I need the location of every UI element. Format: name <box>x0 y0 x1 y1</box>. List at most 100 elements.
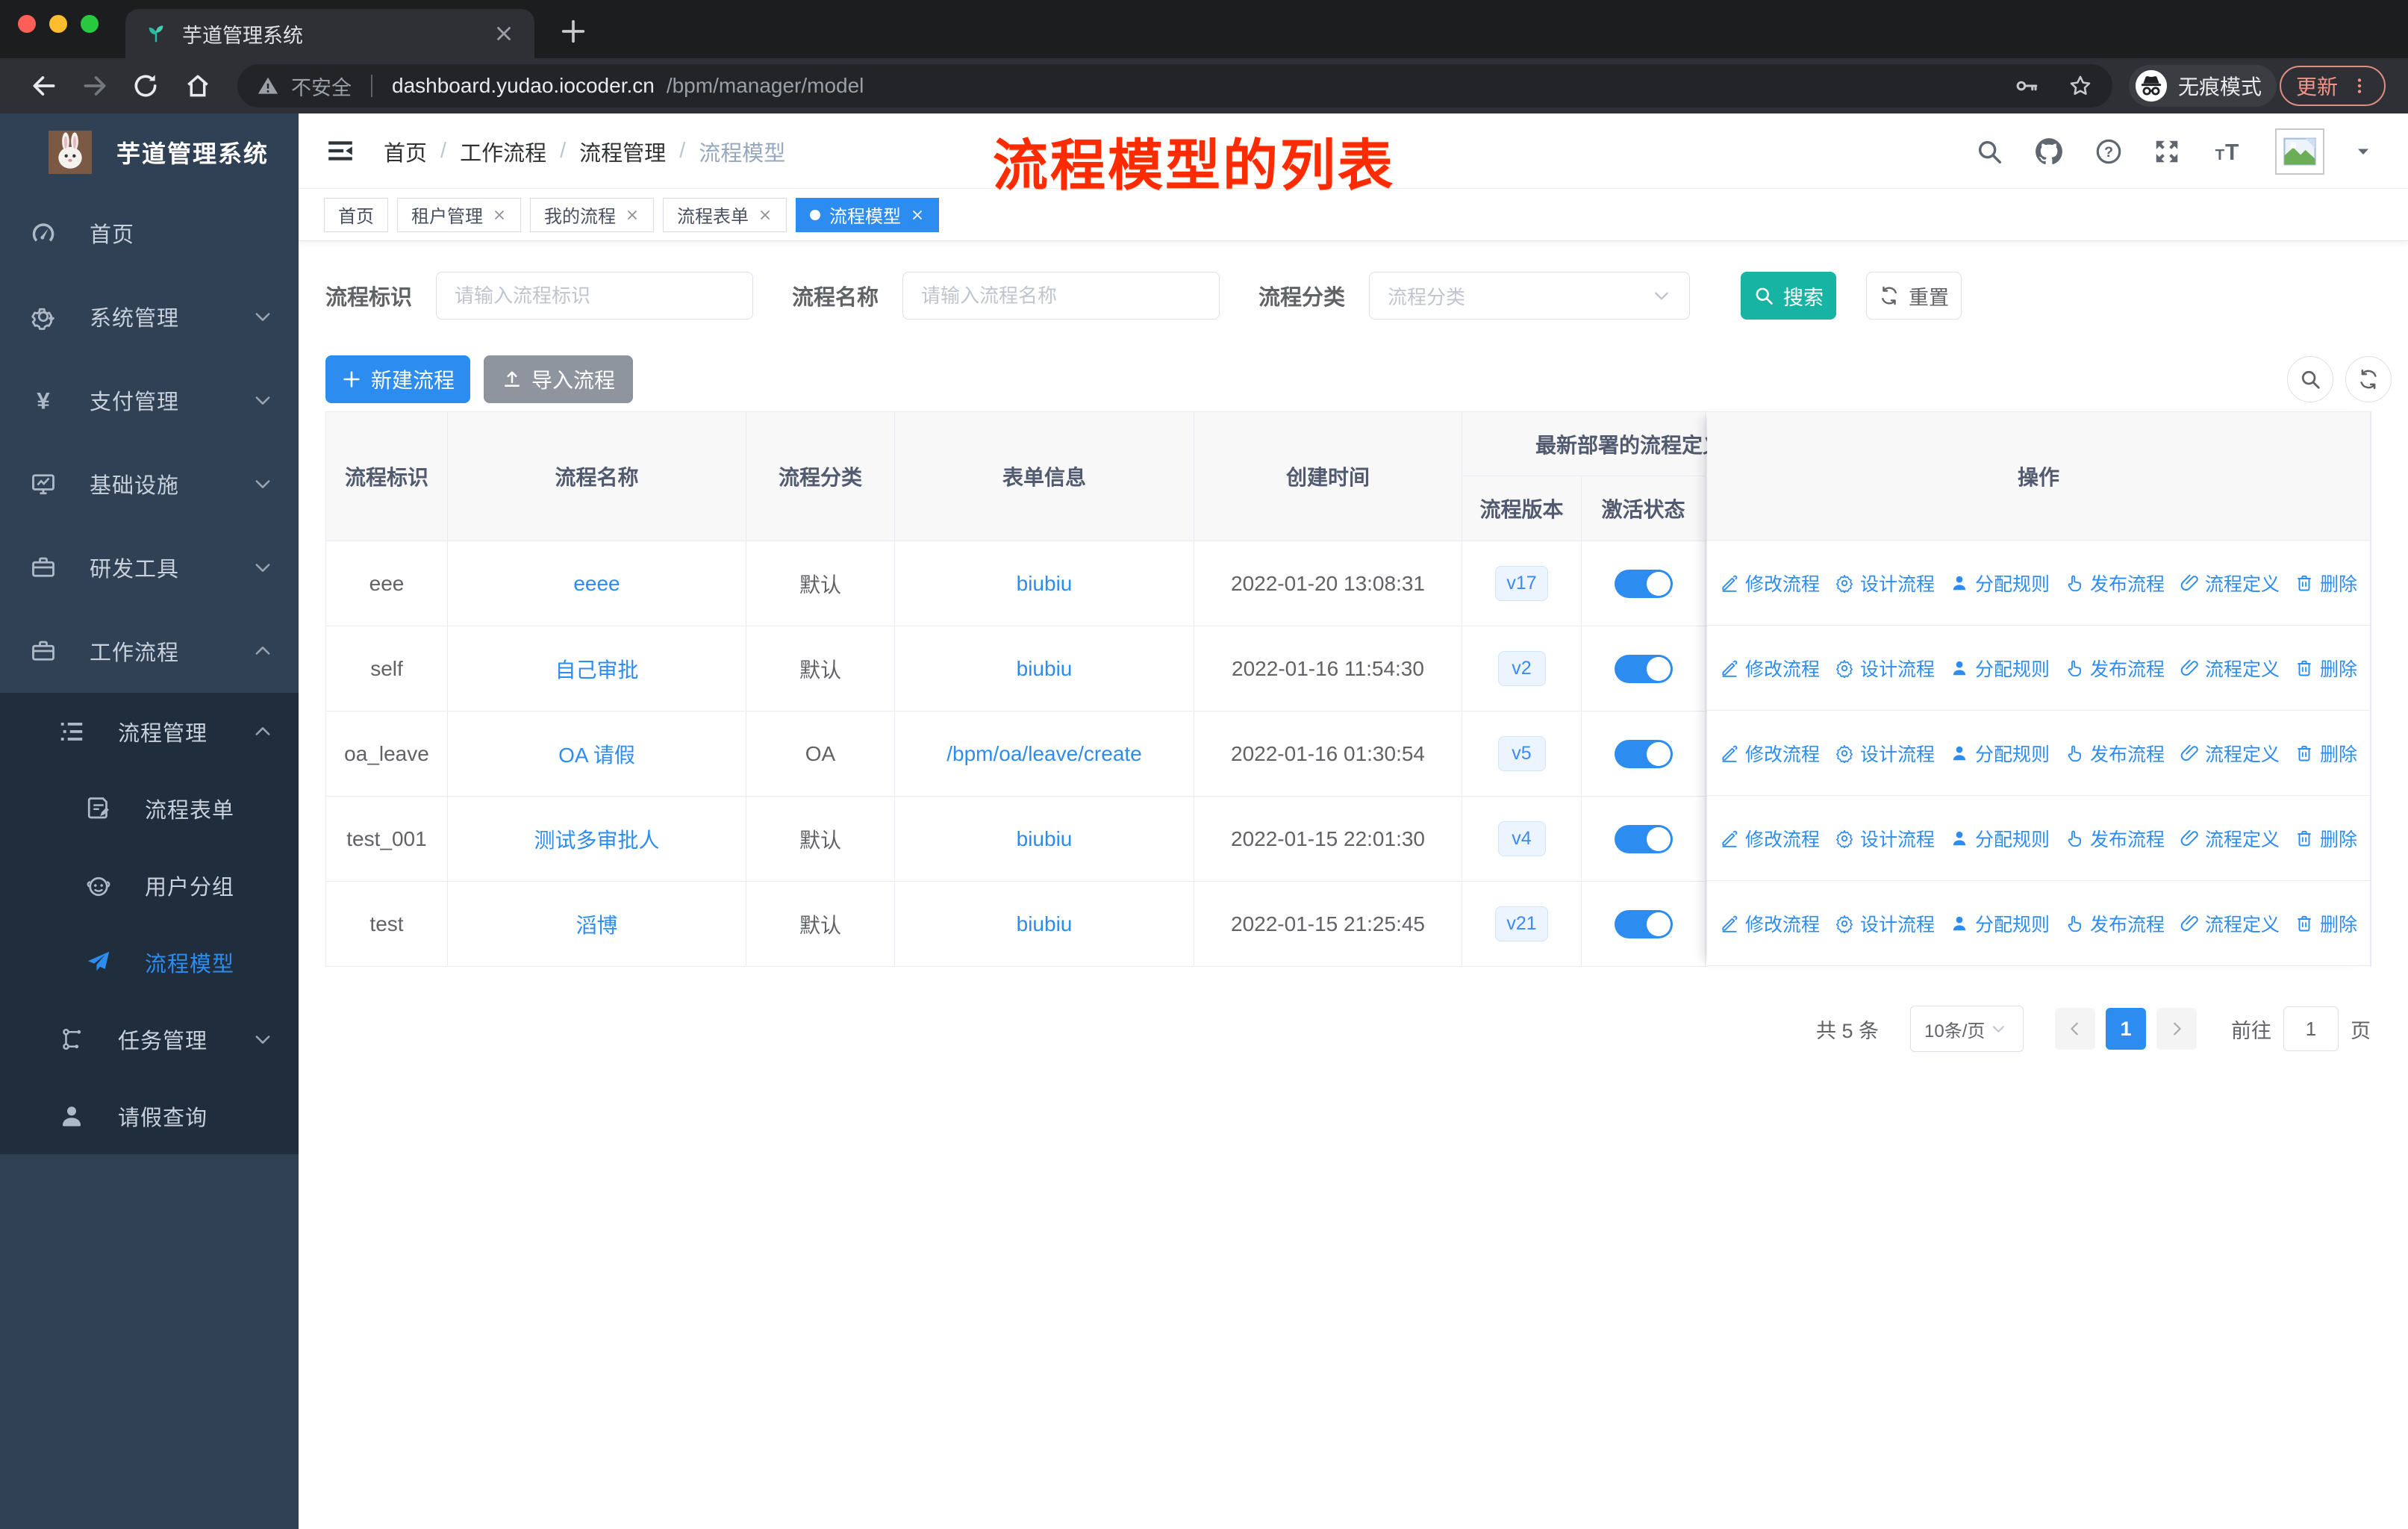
update-label[interactable]: 更新 <box>2296 71 2338 101</box>
process-name-link[interactable]: 滔博 <box>576 914 617 937</box>
sidebar-collapse-icon[interactable] <box>324 136 357 166</box>
action-edit[interactable]: 修改流程 <box>1720 825 1820 852</box>
search-icon[interactable] <box>1975 137 2003 166</box>
process-name-link[interactable]: OA 请假 <box>558 744 635 767</box>
kebab-menu-icon[interactable] <box>2350 76 2369 96</box>
active-toggle[interactable] <box>1614 909 1673 938</box>
action-edit[interactable]: 修改流程 <box>1720 570 1820 597</box>
action-publish[interactable]: 发布流程 <box>2065 825 2165 852</box>
address-bar[interactable]: 不安全 dashboard.yudao.iocoder.cn/bpm/manag… <box>237 64 2112 108</box>
sidebar-item-user-group[interactable]: 用户分组 <box>0 847 299 924</box>
close-icon[interactable] <box>625 208 640 222</box>
sidebar-item-workflow[interactable]: 工作流程 <box>0 609 299 693</box>
active-toggle[interactable] <box>1614 824 1673 853</box>
close-icon[interactable] <box>758 208 773 222</box>
search-button[interactable]: 搜索 <box>1741 272 1837 320</box>
action-definition[interactable]: 流程定义 <box>2180 740 2280 767</box>
tag-process-form[interactable]: 流程表单 <box>663 197 787 232</box>
sidebar-item-leave-query[interactable]: 请假查询 <box>0 1077 299 1154</box>
action-design[interactable]: 设计流程 <box>1835 825 1935 852</box>
tab-close-icon[interactable] <box>493 22 515 45</box>
bookmark-star-icon[interactable] <box>2068 73 2093 99</box>
action-assign[interactable]: 分配规则 <box>1950 910 2050 937</box>
browser-update-button[interactable]: 更新 <box>2279 66 2386 106</box>
form-info-link[interactable]: biubiu <box>1017 572 1073 595</box>
sidebar-item-devtools[interactable]: 研发工具 <box>0 526 299 609</box>
goto-page-input[interactable] <box>2283 1006 2339 1051</box>
action-edit[interactable]: 修改流程 <box>1720 910 1820 937</box>
filter-name-input[interactable] <box>902 272 1220 320</box>
sidebar-item-infra[interactable]: 基础设施 <box>0 442 299 526</box>
action-definition[interactable]: 流程定义 <box>2180 570 2280 597</box>
action-delete[interactable]: 删除 <box>2295 740 2357 767</box>
refresh-table-button[interactable] <box>2345 356 2392 402</box>
toggle-search-button[interactable] <box>2287 356 2333 402</box>
next-page-button[interactable] <box>2156 1008 2197 1050</box>
sidebar-item-home[interactable]: 首页 <box>0 191 299 275</box>
form-info-link[interactable]: biubiu <box>1017 827 1073 850</box>
action-assign[interactable]: 分配规则 <box>1950 655 2050 682</box>
action-design[interactable]: 设计流程 <box>1835 570 1935 597</box>
window-minimize-button[interactable] <box>49 15 67 33</box>
sidebar-item-payment[interactable]: ¥ 支付管理 <box>0 358 299 442</box>
action-assign[interactable]: 分配规则 <box>1950 825 2050 852</box>
import-process-button[interactable]: 导入流程 <box>484 355 633 403</box>
breadcrumb-item[interactable]: 流程管理 <box>579 136 666 167</box>
process-name-link[interactable]: 测试多审批人 <box>534 829 659 852</box>
key-icon[interactable] <box>2014 73 2039 99</box>
prev-page-button[interactable] <box>2055 1008 2095 1050</box>
close-icon[interactable] <box>492 208 507 222</box>
action-assign[interactable]: 分配规则 <box>1950 570 2050 597</box>
caret-down-icon[interactable] <box>2354 143 2372 161</box>
action-edit[interactable]: 修改流程 <box>1720 655 1820 682</box>
page-size-select[interactable]: 10条/页 <box>1910 1006 2024 1052</box>
new-tab-button[interactable] <box>558 16 588 46</box>
tag-tenant[interactable]: 租户管理 <box>397 197 521 232</box>
action-publish[interactable]: 发布流程 <box>2065 910 2165 937</box>
filter-key-input[interactable] <box>436 272 754 320</box>
process-name-link[interactable]: eeee <box>573 572 620 595</box>
back-icon[interactable] <box>30 72 58 100</box>
window-controls[interactable] <box>18 15 99 33</box>
github-icon[interactable] <box>2033 136 2065 167</box>
page-1-button[interactable]: 1 <box>2106 1008 2146 1050</box>
active-toggle[interactable] <box>1614 569 1673 598</box>
action-definition[interactable]: 流程定义 <box>2180 910 2280 937</box>
active-toggle[interactable] <box>1614 654 1673 683</box>
reload-icon[interactable] <box>131 72 160 100</box>
action-design[interactable]: 设计流程 <box>1835 655 1935 682</box>
forward-icon[interactable] <box>81 72 109 100</box>
close-icon[interactable] <box>910 208 925 222</box>
form-info-link[interactable]: /bpm/oa/leave/create <box>946 742 1142 765</box>
breadcrumb-item[interactable]: 工作流程 <box>460 136 546 167</box>
sidebar-item-process-model[interactable]: 流程模型 <box>0 924 299 1000</box>
sidebar-item-process-form[interactable]: 流程表单 <box>0 770 299 847</box>
action-publish[interactable]: 发布流程 <box>2065 740 2165 767</box>
action-publish[interactable]: 发布流程 <box>2065 655 2165 682</box>
window-zoom-button[interactable] <box>81 15 99 33</box>
create-process-button[interactable]: 新建流程 <box>325 355 470 403</box>
action-delete[interactable]: 删除 <box>2295 655 2357 682</box>
action-assign[interactable]: 分配规则 <box>1950 740 2050 767</box>
action-publish[interactable]: 发布流程 <box>2065 570 2165 597</box>
avatar[interactable] <box>2275 128 2324 175</box>
text-size-icon[interactable]: TT <box>2211 137 2245 166</box>
form-info-link[interactable]: biubiu <box>1017 912 1073 935</box>
tag-home[interactable]: 首页 <box>324 197 388 232</box>
sidebar-logo[interactable]: 芋道管理系统 <box>0 113 299 191</box>
security-label[interactable]: 不安全 <box>291 72 352 101</box>
filter-category-select[interactable]: 流程分类 <box>1369 272 1691 320</box>
tag-my-process[interactable]: 我的流程 <box>530 197 654 232</box>
form-info-link[interactable]: biubiu <box>1017 657 1073 680</box>
fullscreen-icon[interactable] <box>2153 137 2181 166</box>
active-toggle[interactable] <box>1614 739 1673 768</box>
action-definition[interactable]: 流程定义 <box>2180 655 2280 682</box>
sidebar-item-process-mgmt[interactable]: 流程管理 <box>0 693 299 770</box>
window-close-button[interactable] <box>18 15 36 33</box>
action-design[interactable]: 设计流程 <box>1835 740 1935 767</box>
process-name-link[interactable]: 自己审批 <box>555 658 638 682</box>
breadcrumb-item[interactable]: 首页 <box>384 136 427 167</box>
action-delete[interactable]: 删除 <box>2295 910 2357 937</box>
help-icon[interactable]: ? <box>2094 137 2123 166</box>
sidebar-item-task-mgmt[interactable]: 任务管理 <box>0 1000 299 1077</box>
